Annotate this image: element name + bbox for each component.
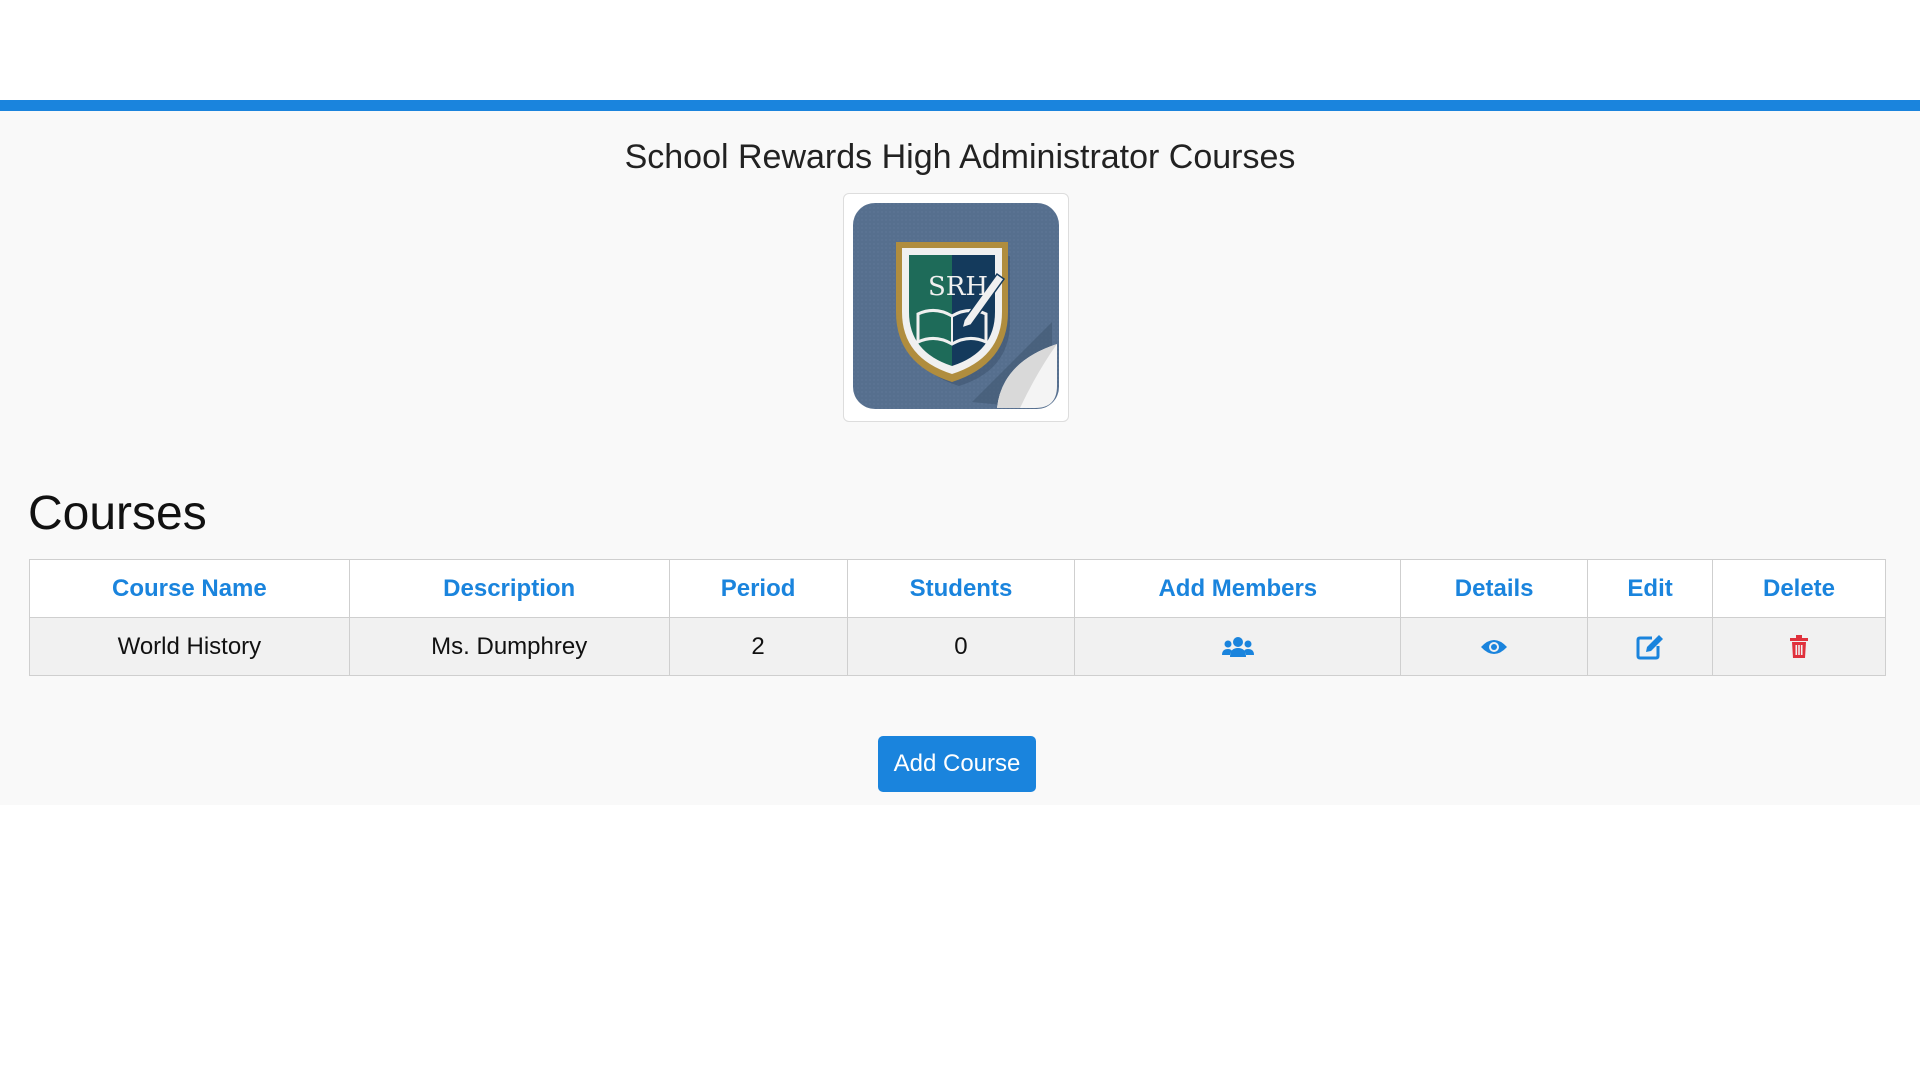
trash-icon[interactable] — [1789, 635, 1809, 659]
edit-icon[interactable] — [1636, 634, 1664, 660]
course-name-cell: World History — [29, 617, 350, 676]
edit-cell — [1587, 617, 1714, 676]
main-content: School Rewards High Administrator Course… — [0, 111, 1920, 805]
column-header-details[interactable]: Details — [1400, 559, 1589, 618]
school-shield-logo: SRH — [853, 203, 1059, 409]
column-header-students[interactable]: Students — [846, 559, 1076, 618]
column-header-delete[interactable]: Delete — [1712, 559, 1886, 618]
column-header-description[interactable]: Description — [348, 559, 670, 618]
period-cell: 2 — [668, 617, 848, 676]
eye-icon[interactable] — [1480, 637, 1508, 657]
add-members-cell — [1074, 617, 1402, 676]
details-cell — [1400, 617, 1589, 676]
column-header-period[interactable]: Period — [668, 559, 848, 618]
column-header-edit[interactable]: Edit — [1587, 559, 1714, 618]
section-title: Courses — [28, 487, 207, 540]
column-header-add-members[interactable]: Add Members — [1074, 559, 1402, 618]
courses-table: Course Name Description Period Students … — [29, 559, 1886, 676]
description-cell: Ms. Dumphrey — [348, 617, 670, 676]
delete-cell — [1712, 617, 1886, 676]
students-cell: 0 — [846, 617, 1076, 676]
table-header-row: Course Name Description Period Students … — [29, 559, 1886, 618]
logo-text: SRH — [928, 272, 988, 302]
school-logo: SRH — [843, 193, 1069, 422]
table-row: World History Ms. Dumphrey 2 0 — [29, 617, 1886, 676]
users-icon[interactable] — [1221, 636, 1254, 658]
top-accent-bar — [0, 100, 1920, 111]
column-header-course-name[interactable]: Course Name — [29, 559, 350, 618]
add-course-button[interactable]: Add Course — [878, 736, 1036, 792]
page-title: School Rewards High Administrator Course… — [624, 138, 1296, 176]
